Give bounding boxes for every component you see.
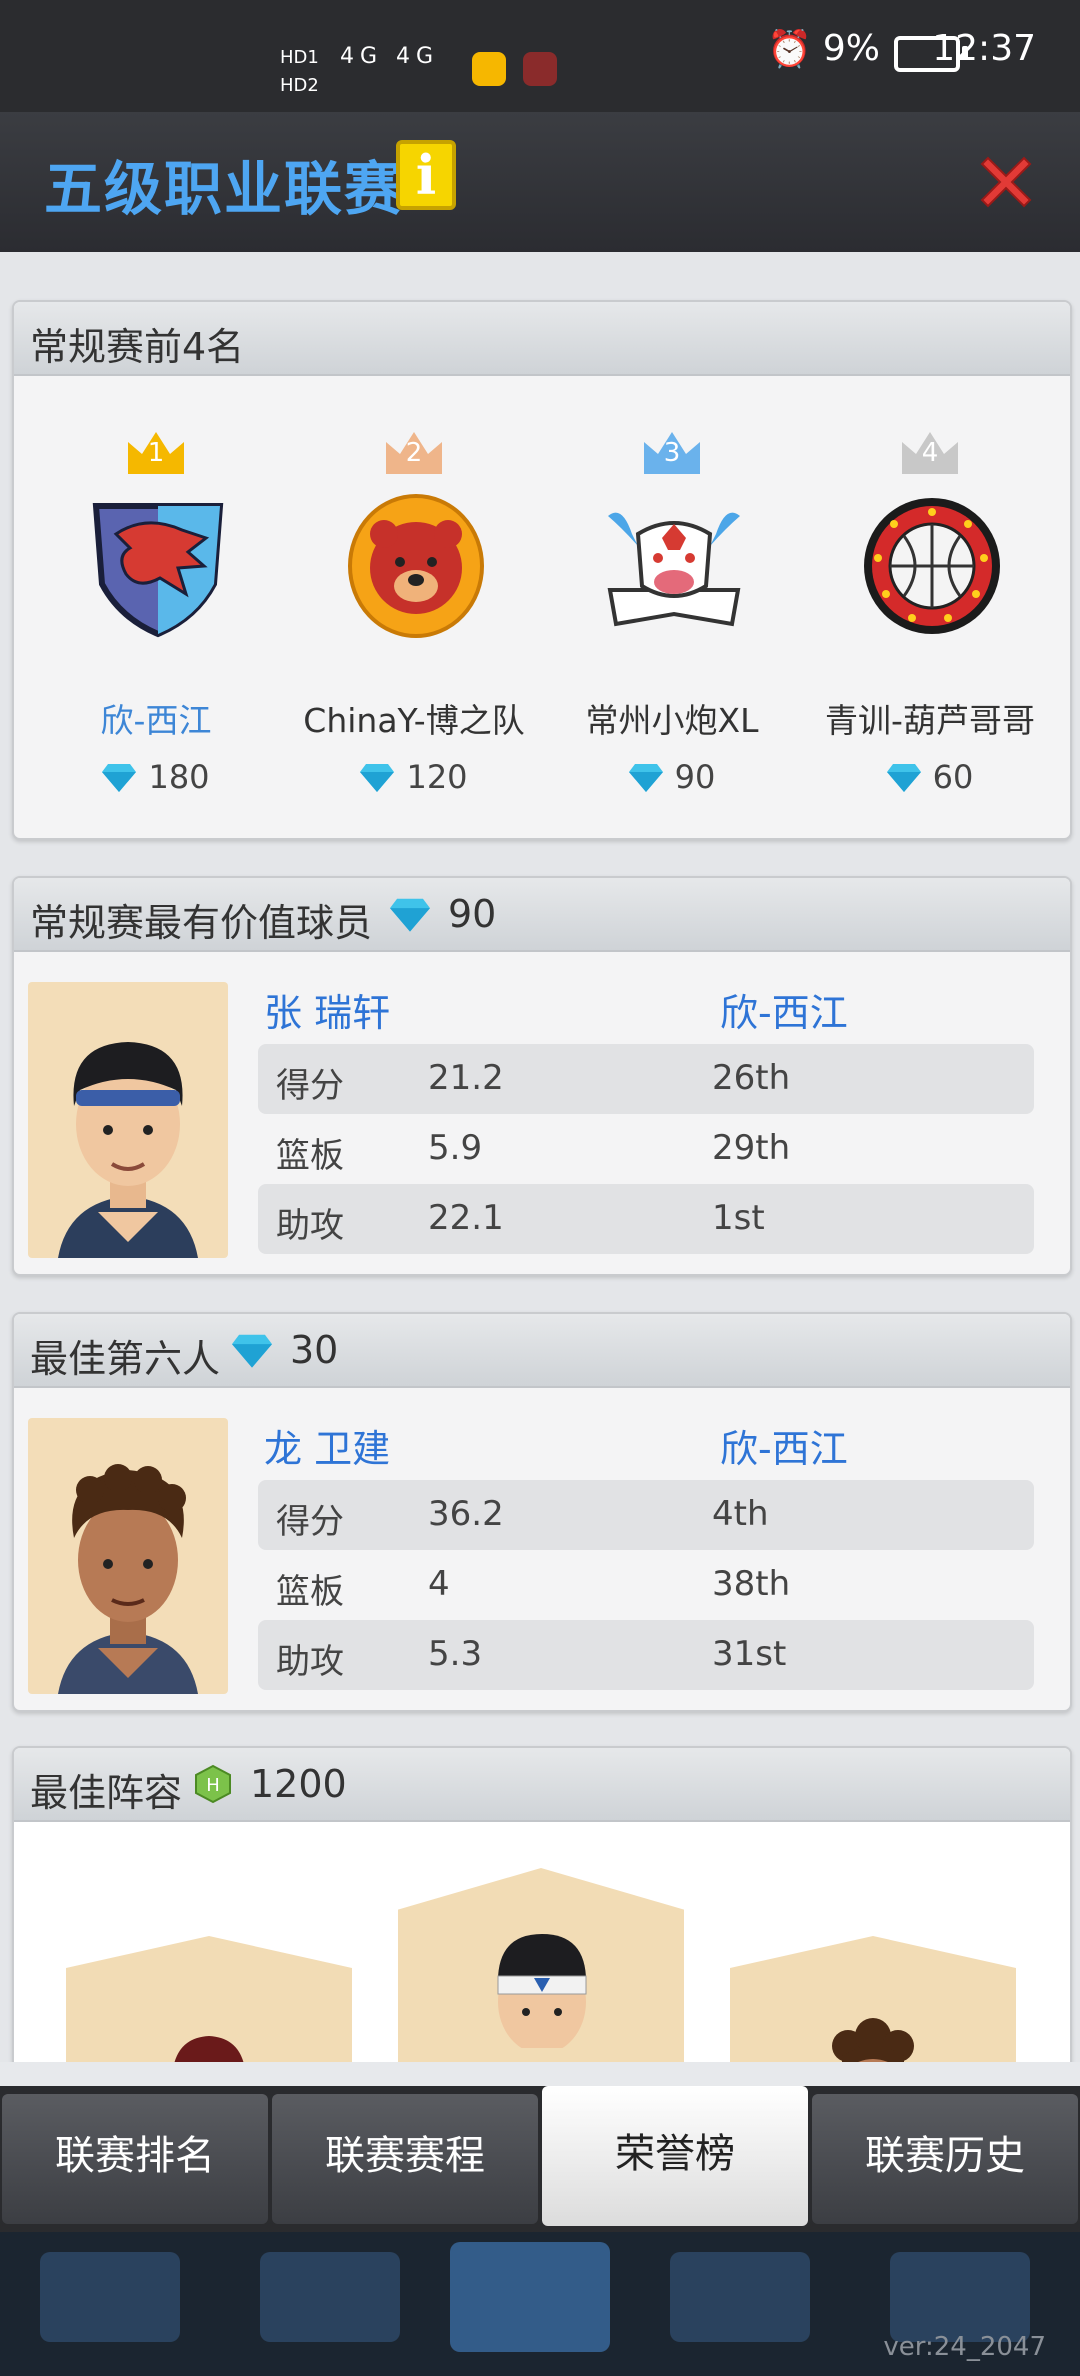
- lineup-cards: [14, 1822, 1070, 2062]
- player-avatar-icon: [58, 1464, 198, 1694]
- stat-row: 得分 21.2 26th: [258, 1044, 1034, 1114]
- player-avatar-icon: [58, 1042, 198, 1258]
- top4-teams: 1 欣-西江 180 2 ChinaY-博之队 120 3 常州小炮XL 90 …: [14, 376, 1070, 836]
- player-avatar-icon: [832, 2018, 914, 2062]
- team-points: 60: [798, 758, 1062, 796]
- scrolled-text-fragment: ▔▔▔▔▔▔▔▔▔▔▔▔▔▔▔▔▔: [210, 252, 704, 261]
- lineup-player-card[interactable]: [398, 1868, 684, 2062]
- signal-icon: 4G 4G: [340, 44, 440, 69]
- team-name: 欣-西江: [100, 701, 212, 740]
- team-name: 青训-葫芦哥哥: [825, 701, 1035, 740]
- team-points: 180: [24, 758, 288, 796]
- bull-logo-icon: [607, 512, 741, 627]
- player-portrait[interactable]: [28, 1418, 228, 1694]
- stat-row: 得分 36.2 4th: [258, 1480, 1034, 1550]
- crown-icon: [902, 432, 958, 474]
- stat-row: 篮板 5.9 29th: [276, 1128, 791, 1176]
- stats-table: 得分 36.2 4th 篮板 4 38th 助攻 5.3 31st: [258, 1480, 1034, 1690]
- background-nav: ver:24_2047: [0, 2232, 1080, 2376]
- diamond-icon: [102, 764, 137, 792]
- mvp-panel: 常规赛最有价值球员 90 张 瑞轩 欣-西江 得分 21.2 26th 篮板 5…: [12, 876, 1072, 1276]
- tab-league-history[interactable]: 联赛历史: [812, 2094, 1078, 2224]
- notification-icons: [472, 52, 569, 90]
- tab-league-ranking[interactable]: 联赛排名: [2, 2094, 268, 2224]
- bottom-tab-bar: 联赛排名 联赛赛程 荣誉榜 联赛历史: [0, 2086, 1080, 2232]
- diamond-icon: [360, 764, 395, 792]
- bear-logo-icon: [348, 494, 484, 638]
- team-name: 常州小炮XL: [585, 701, 759, 740]
- panel-header: 常规赛前4名: [14, 302, 1070, 376]
- top4-panel: 常规赛前4名 1 欣-西江 180 2 ChinaY-博之队 120 3 常州小…: [12, 300, 1072, 840]
- player-avatar-icon: [171, 2036, 247, 2062]
- diamond-icon: [232, 1334, 272, 1368]
- panel-title: 常规赛前4名: [30, 325, 245, 369]
- team-points: 120: [282, 758, 546, 796]
- weibo-icon: [472, 52, 506, 86]
- team-points: 90: [540, 758, 804, 796]
- stat-row: 助攻 22.1 1st: [258, 1184, 1034, 1254]
- title-bar: 五级职业联赛 i: [0, 112, 1080, 252]
- team-name: ChinaY-博之队: [303, 701, 525, 740]
- status-bar: HD1 HD2 4G 4G ⏰ 9% 12:37: [0, 0, 1080, 112]
- player-name[interactable]: 张 瑞轩: [264, 982, 390, 1037]
- team-card[interactable]: 1 欣-西江 180: [24, 376, 288, 836]
- player-portrait[interactable]: [28, 982, 228, 1258]
- crown-icon: [128, 432, 184, 474]
- dragon-shield-logo-icon: [92, 503, 224, 638]
- info-button[interactable]: i: [396, 140, 456, 210]
- honor-list-content[interactable]: ▔▔▔▔▔▔▔▔▔▔▔▔▔▔▔▔▔ 常规赛前4名 1 欣-西江 180: [0, 252, 1080, 2062]
- lineup-player-card[interactable]: [66, 1936, 352, 2062]
- player-avatar-icon: [497, 1934, 587, 2048]
- stat-row: 篮板 4 38th: [276, 1564, 791, 1612]
- app-notification-icon: [523, 52, 558, 86]
- svg-text:H: H: [206, 1775, 220, 1796]
- hexagon-coin-icon: H: [195, 1764, 231, 1804]
- reward-amount: 90: [448, 892, 497, 936]
- diamond-icon: [390, 898, 430, 932]
- team-card[interactable]: 4 青训-葫芦哥哥 60: [798, 376, 1062, 836]
- panel-title: 常规赛最有价值球员: [30, 901, 373, 945]
- diamond-icon: [886, 764, 921, 792]
- panel-header: 最佳第六人 30: [14, 1314, 1070, 1388]
- diamond-icon: [628, 764, 663, 792]
- stats-table: 得分 21.2 26th 篮板 5.9 29th 助攻 22.1 1st: [258, 1044, 1034, 1254]
- tab-honor-list[interactable]: 荣誉榜: [542, 2086, 808, 2226]
- sixth-man-panel: 最佳第六人 30 龙 卫建 欣-西江 得分 36.2 4th 篮板 4 38th…: [12, 1312, 1072, 1712]
- alarm-icon: ⏰: [767, 29, 812, 70]
- panel-title: 最佳第六人: [30, 1337, 221, 1381]
- lineup-player-card[interactable]: [730, 1936, 1016, 2062]
- close-icon[interactable]: [972, 148, 1040, 216]
- team-card[interactable]: 3 常州小炮XL 90: [540, 376, 804, 836]
- panel-title: 最佳阵容: [30, 1771, 183, 1815]
- reward-amount: 1200: [250, 1762, 347, 1806]
- crown-icon: [644, 432, 700, 474]
- tab-league-schedule[interactable]: 联赛赛程: [272, 2094, 538, 2224]
- stat-row: 助攻 5.3 31st: [258, 1620, 1034, 1690]
- crown-icon: [386, 432, 442, 474]
- hd-indicator: HD1 HD2: [280, 47, 319, 96]
- page-title: 五级职业联赛: [44, 155, 405, 223]
- reward-amount: 30: [290, 1328, 339, 1372]
- team-card[interactable]: 2 ChinaY-博之队 120: [282, 376, 546, 836]
- best-lineup-panel: 最佳阵容 H 1200: [12, 1746, 1072, 2062]
- player-team[interactable]: 欣-西江: [720, 1418, 848, 1473]
- clock: 12:37: [932, 28, 1036, 69]
- panel-header: 最佳阵容 H 1200: [14, 1748, 1070, 1822]
- version-label: ver:24_2047: [883, 2332, 1046, 2362]
- panel-header: 常规赛最有价值球员 90: [14, 878, 1070, 952]
- basketball-logo-icon: [864, 498, 1000, 634]
- battery-percent: 9%: [822, 28, 880, 69]
- player-name[interactable]: 龙 卫建: [264, 1418, 390, 1473]
- player-team[interactable]: 欣-西江: [720, 982, 848, 1037]
